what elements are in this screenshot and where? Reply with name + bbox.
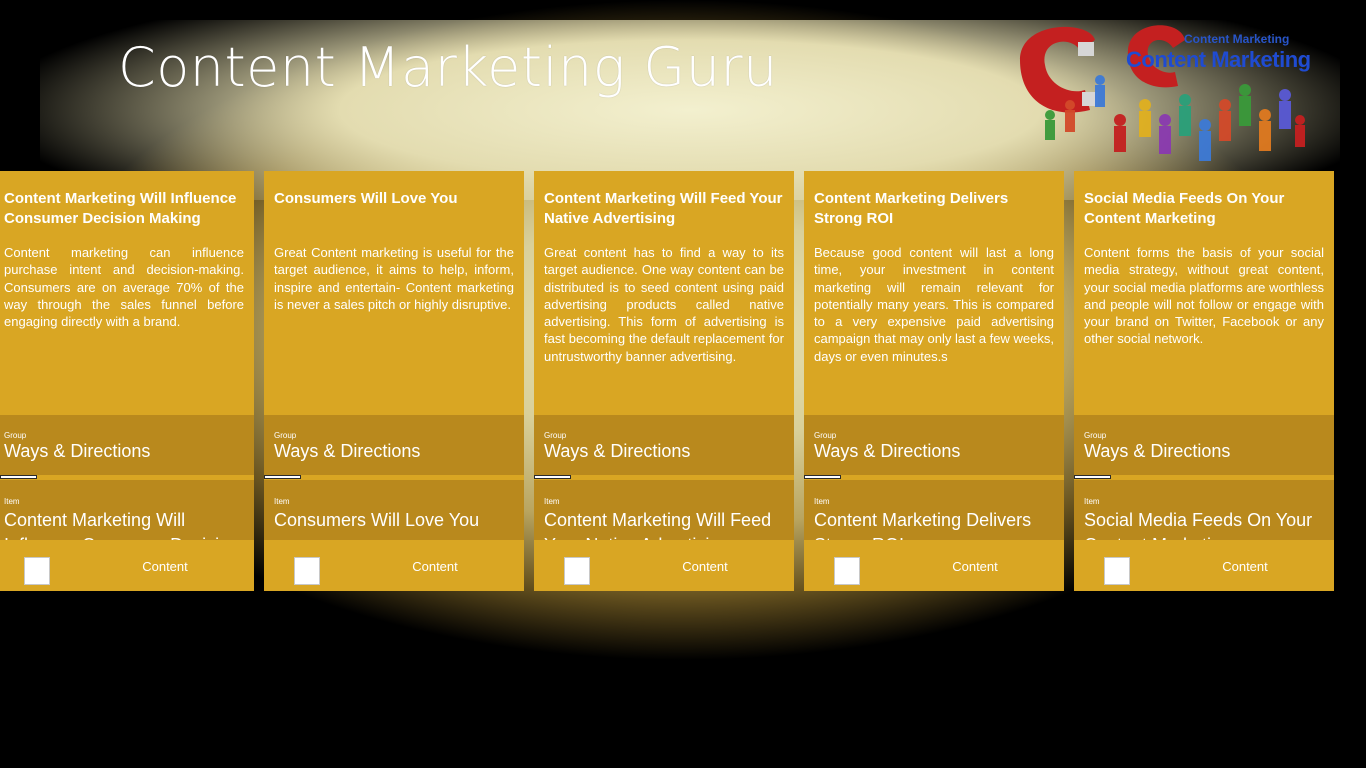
card-body: Great content has to find a way to its t… [544,245,784,364]
scroll-indicator [804,475,841,479]
group-caption: Group [814,431,837,440]
footer-label: Content [682,559,728,574]
content-card[interactable]: Content Marketing Delivers Strong ROI Be… [804,171,1064,591]
content-card[interactable]: Consumers Will Love You Great Content ma… [264,171,524,591]
logo-text-large: Content Marketing [1126,47,1311,72]
item-band: Item Consumers Will Love You [264,480,524,540]
scroll-indicator [0,475,37,479]
group-band: Group Ways & Directions [534,415,794,475]
item-name: Content Marketing Delivers Strong ROI [814,510,1032,540]
group-name: Ways & Directions [4,441,151,461]
group-name: Ways & Directions [1084,441,1231,461]
magnet-crowd-logo-icon [1020,25,1305,161]
group-caption: Group [544,431,567,440]
item-name: Content Marketing Will Influence Consume… [4,510,239,540]
group-caption: Group [4,431,27,440]
item-band: Item Social Media Feeds On Your Content … [1074,480,1334,540]
group-name: Ways & Directions [814,441,961,461]
scroll-indicator [534,475,571,479]
footer-label: Content [142,559,188,574]
item-band: Item Content Marketing Will Influence Co… [0,480,254,540]
item-caption: Item [1084,497,1100,506]
card-title: Social Media Feeds On Your Content Marke… [1084,190,1285,227]
footer-label: Content [412,559,458,574]
group-name: Ways & Directions [544,441,691,461]
logo-text-small: Content Marketing [1184,32,1290,46]
decorative-swirl-icon [40,610,445,768]
card-footer: Content [0,540,254,591]
card-body: Because good content will last a long ti… [814,245,1054,364]
group-caption: Group [1084,431,1107,440]
group-name: Ways & Directions [274,441,421,461]
scroll-indicator [1074,475,1111,479]
item-caption: Item [814,497,830,506]
item-name: Content Marketing Will Feed Your Native … [544,510,772,540]
scroll-indicator [264,475,301,479]
card-body: Great Content marketing is useful for th… [274,245,514,312]
page-title: Content Marketing Guru [118,36,778,99]
card-title: Consumers Will Love You [274,190,458,207]
footer-label: Content [1222,559,1268,574]
card-body: Content marketing can influence purchase… [4,245,244,330]
card-title: Content Marketing Delivers Strong ROI [814,190,1009,227]
content-card[interactable]: Social Media Feeds On Your Content Marke… [1074,171,1334,591]
item-band: Item Content Marketing Will Feed Your Na… [534,480,794,540]
item-name: Consumers Will Love You [274,510,480,530]
content-card[interactable]: Content Marketing Will Influence Consume… [0,171,254,591]
card-title: Content Marketing Will Feed Your Native … [544,190,783,227]
footer-label: Content [952,559,998,574]
card-body: Content forms the basis of your social m… [1084,245,1324,347]
card-footer: Content [534,540,794,591]
card-footer: Content [264,540,524,591]
group-band: Group Ways & Directions [0,415,254,475]
group-caption: Group [274,431,297,440]
group-band: Group Ways & Directions [264,415,524,475]
card-footer: Content [804,540,1064,591]
item-caption: Item [274,497,290,506]
group-band: Group Ways & Directions [804,415,1064,475]
item-caption: Item [4,497,20,506]
content-card[interactable]: Content Marketing Will Feed Your Native … [534,171,794,591]
card-title: Content Marketing Will Influence Consume… [4,190,237,227]
item-band: Item Content Marketing Delivers Strong R… [804,480,1064,540]
item-caption: Item [544,497,560,506]
group-band: Group Ways & Directions [1074,415,1334,475]
card-footer: Content [1074,540,1334,591]
item-name: Social Media Feeds On Your Content Marke… [1084,510,1313,540]
